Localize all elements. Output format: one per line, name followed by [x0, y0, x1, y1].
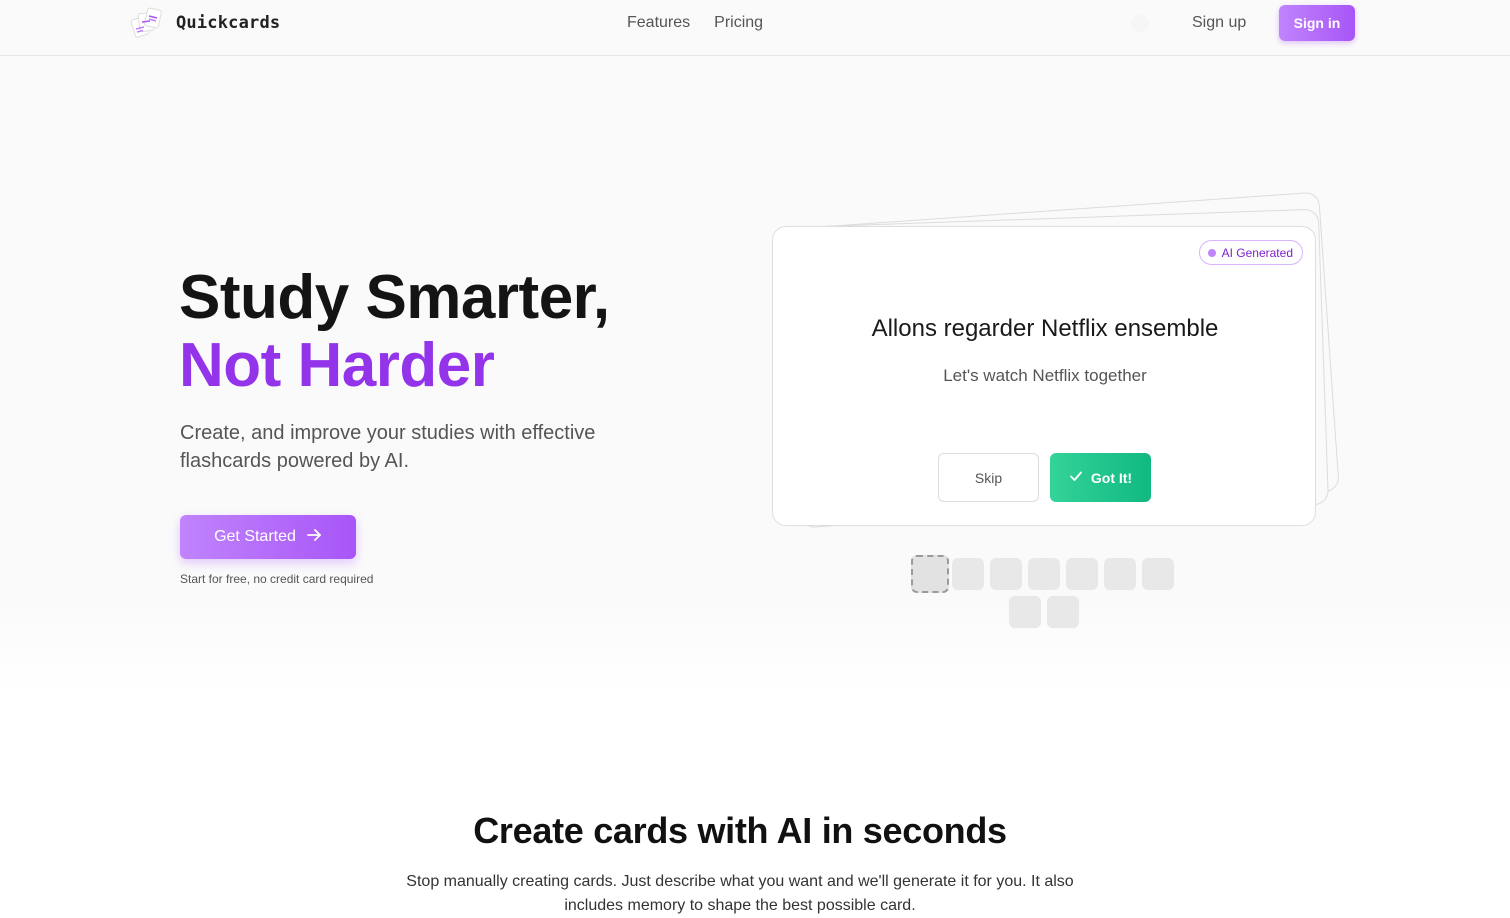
deck-progress-square[interactable] — [1104, 558, 1136, 590]
deck-progress-square[interactable] — [1047, 596, 1079, 628]
flashcard-back: Let's watch Netflix together — [943, 366, 1147, 385]
nav-link-pricing[interactable]: Pricing — [714, 13, 763, 33]
dot-icon — [1207, 248, 1216, 257]
stacked-cards-icon — [130, 6, 164, 40]
got-it-label: Got It! — [1090, 469, 1133, 486]
deck-progress-square[interactable] — [1028, 558, 1060, 590]
navbar: Quickcards Features Pricing Sign up Sign… — [0, 0, 1510, 56]
section-title: Create cards with AI in seconds — [473, 810, 1007, 851]
sign-up-link[interactable]: Sign up — [1192, 13, 1246, 33]
nav-links: Features Pricing — [627, 13, 763, 33]
arrow-right-icon — [306, 527, 322, 548]
cta-note: Start for free, no credit card required — [180, 572, 374, 586]
get-started-label: Get Started — [214, 528, 296, 545]
landing-page: Quickcards Features Pricing Sign up Sign… — [0, 0, 1510, 918]
flashcard-front: Allons regarder Netflix ensemble — [871, 315, 1219, 342]
flashcard[interactable]: AI Generated Allons regarder Netflix ens… — [772, 226, 1316, 526]
get-started-button[interactable]: Get Started — [180, 515, 356, 559]
deck-progress-square[interactable] — [990, 558, 1022, 590]
check-icon — [1069, 469, 1083, 486]
deck-progress-square[interactable] — [1142, 558, 1174, 590]
brand-name: Quickcards — [176, 13, 281, 33]
brand-logo[interactable]: Quickcards — [130, 6, 280, 40]
deck-progress-square[interactable] — [1066, 558, 1098, 590]
hero-title-accent: Not Harder — [179, 331, 495, 400]
section-description: Stop manually creating cards. Just descr… — [406, 873, 1074, 914]
sign-in-button[interactable]: Sign in — [1279, 5, 1355, 41]
nav-link-features[interactable]: Features — [627, 13, 690, 33]
got-it-button[interactable]: Got It! — [1050, 453, 1151, 502]
theme-toggle-icon[interactable] — [1131, 14, 1149, 32]
ai-generated-badge: AI Generated — [1198, 240, 1303, 265]
hero-subtitle: Create, and improve your studies with ef… — [180, 422, 596, 472]
ai-badge-label: AI Generated — [1221, 245, 1293, 260]
hero-title: Study Smarter, — [179, 263, 610, 332]
deck-progress-square[interactable] — [1009, 596, 1041, 628]
skip-button[interactable]: Skip — [938, 453, 1039, 502]
deck-progress-square[interactable] — [911, 555, 949, 593]
deck-progress-square[interactable] — [952, 558, 984, 590]
